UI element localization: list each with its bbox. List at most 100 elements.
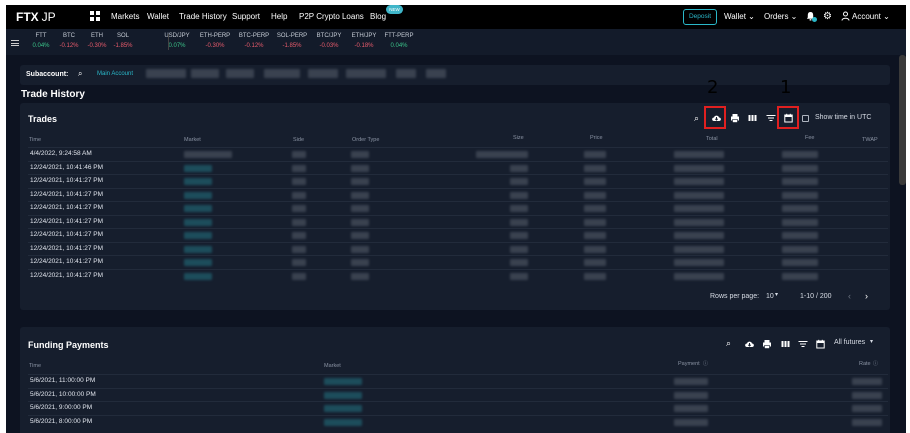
utc-checkbox[interactable] [802,115,809,122]
calendar-icon[interactable] [816,339,825,349]
rows-per-page-select[interactable]: 10 [766,293,774,300]
redacted-cell [782,164,818,172]
redacted-cell [584,164,606,172]
search-icon[interactable]: ⌕ [726,338,731,348]
col-market[interactable]: Market [324,363,341,369]
ticker-item[interactable]: BTC/JPY -0.03% [311,33,347,49]
redacted-subaccount[interactable] [308,69,338,78]
columns-icon[interactable] [748,114,757,122]
redacted-cell [292,205,306,212]
ticker-symbol: BTC-PERP [238,33,270,39]
row-divider [28,387,888,389]
col-twap[interactable]: TWAP [862,137,878,143]
redacted-cell [674,205,724,212]
col-fee[interactable]: Fee [805,135,814,141]
redacted-subaccount[interactable] [226,69,254,78]
ticker-item[interactable]: SOL -1.85% [105,33,141,49]
nav-markets[interactable]: Markets [111,12,139,21]
ticker-symbol: SOL-PERP [276,33,308,39]
col-time[interactable]: Time [29,137,41,143]
subaccount-main[interactable]: Main Account [97,71,133,77]
nav-trade-history[interactable]: Trade History [179,12,227,21]
redacted-cell [674,418,708,426]
trade-time: 12/24/2021, 10:41:27 PM [30,231,104,238]
account-dropdown[interactable]: Account ⌄ [852,12,890,21]
col-order-type[interactable]: Order Type [352,137,379,143]
redacted-cell [351,259,369,266]
filter-icon[interactable] [766,114,776,122]
row-divider [28,374,888,375]
redacted-cell [510,178,528,185]
nav-p2p-loans[interactable]: P2P Crypto Loans [299,12,364,21]
filter-icon[interactable] [798,340,808,348]
redacted-subaccount[interactable] [346,69,386,78]
menu-icon[interactable] [11,40,19,46]
redacted-subaccount[interactable] [191,69,219,78]
redacted-subaccount[interactable] [396,69,416,78]
ticker-change: -0.30% [205,43,225,49]
col-rate[interactable]: Rate [859,361,871,367]
col-payment[interactable]: Payment [678,361,700,367]
redacted-cell [351,245,369,253]
print-icon[interactable] [762,339,772,349]
row-divider [28,414,888,416]
info-icon: ⓘ [873,361,879,367]
deposit-button[interactable]: Deposit [683,9,717,25]
next-page-icon[interactable]: › [865,291,868,301]
redacted-subaccount[interactable] [426,69,446,78]
search-icon[interactable]: ⌕ [78,69,82,79]
trade-time: 12/24/2021, 10:41:27 PM [30,271,104,279]
ticker-item[interactable]: SOL-PERP -1.85% [274,33,310,49]
logo[interactable]: FTX JP [16,10,56,24]
ticker-item[interactable]: ETH/JPY -0.18% [346,33,382,49]
redacted-cell [510,191,528,199]
redacted-cell [782,272,818,280]
col-total[interactable]: Total [706,136,718,142]
redacted-cell [674,405,708,412]
annotation-number-2: 2 [707,77,719,98]
chevron-down-icon[interactable]: ▾ [775,291,778,298]
col-market[interactable]: Market [184,137,201,143]
nav-help[interactable]: Help [271,12,287,21]
ticker-item[interactable]: ETH-PERP -0.30% [197,33,233,49]
chevron-down-icon[interactable]: ▾ [870,338,873,345]
wallet-dropdown[interactable]: Wallet ⌄ [724,12,755,21]
orders-dropdown[interactable]: Orders ⌄ [764,12,797,21]
futures-select[interactable]: All futures [834,339,865,346]
redacted-cell [292,151,306,158]
ticker-symbol: SOL [116,33,129,39]
col-side[interactable]: Side [293,137,304,143]
ticker-item[interactable]: BTC-PERP -0.12% [236,33,272,49]
redacted-cell [510,205,528,212]
col-price[interactable]: Price [590,135,603,141]
nav-blog[interactable]: Blog [370,12,386,21]
gear-icon[interactable]: ⚙ [823,11,832,22]
ticker-item[interactable]: FTT-PERP 0.04% [381,33,417,49]
top-nav: FTX JP Markets Wallet Trade History Suppo… [6,5,906,29]
apps-grid-icon[interactable] [90,11,100,21]
ticker-divider [168,34,169,50]
funding-time: 5/6/2021, 11:00:00 PM [30,377,96,384]
redacted-cell [184,205,212,212]
new-badge: NEW [386,5,403,14]
account-icon[interactable] [841,11,850,21]
logo-text: FTX [16,10,39,24]
redacted-subaccount[interactable] [264,69,300,78]
scrollbar[interactable] [899,55,906,185]
redacted-cell [584,245,606,253]
ticker-item[interactable]: USD/JPY 0.07% [159,33,195,49]
nav-wallet[interactable]: Wallet [147,12,169,21]
search-icon[interactable]: ⌕ [694,113,699,123]
redacted-cell [852,391,882,399]
redacted-subaccount[interactable] [146,69,186,78]
print-icon[interactable] [730,113,740,123]
columns-icon[interactable] [781,340,790,348]
row-divider [28,401,888,402]
funding-time: 5/6/2021, 9:00:00 PM [30,404,93,411]
download-icon[interactable] [744,339,755,349]
col-size[interactable]: Size [513,135,524,141]
prev-page-icon[interactable]: ‹ [848,291,851,301]
col-time[interactable]: Time [29,363,41,369]
nav-support[interactable]: Support [232,12,260,21]
funding-time: 5/6/2021, 8:00:00 PM [30,417,93,425]
